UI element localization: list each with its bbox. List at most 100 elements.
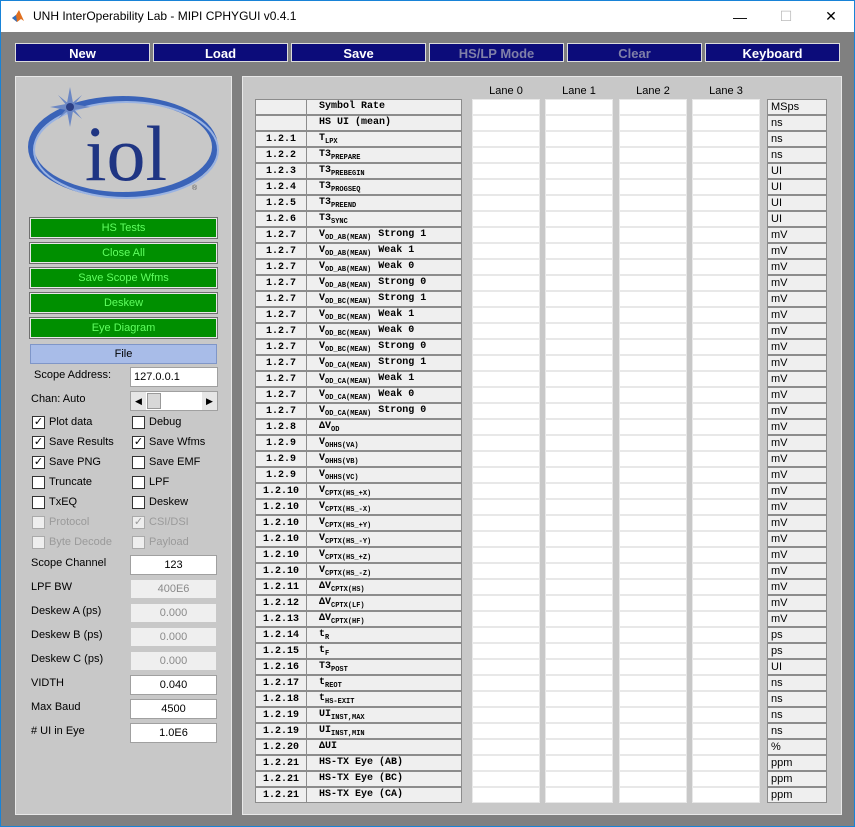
deskew-button[interactable]: Deskew	[29, 292, 218, 314]
lane-2-value-cell[interactable]	[619, 339, 687, 355]
lane-1-value-cell[interactable]	[545, 643, 613, 659]
lane-0-value-cell[interactable]	[472, 547, 540, 563]
lane-1-value-cell[interactable]	[545, 147, 613, 163]
lane-1-value-cell[interactable]	[545, 563, 613, 579]
lane-3-value-cell[interactable]	[692, 147, 760, 163]
lane-0-value-cell[interactable]	[472, 147, 540, 163]
vidth-input[interactable]: 0.040	[130, 675, 217, 695]
lane-1-value-cell[interactable]	[545, 163, 613, 179]
lane-1-value-cell[interactable]	[545, 787, 613, 803]
lane-0-value-cell[interactable]	[472, 707, 540, 723]
hs-lp-mode-button[interactable]: HS/LP Mode	[429, 43, 564, 62]
scope-channel-input[interactable]: 123	[130, 555, 217, 575]
lane-3-value-cell[interactable]	[692, 675, 760, 691]
lane-3-value-cell[interactable]	[692, 419, 760, 435]
channel-slider[interactable]: ◀ ▶	[130, 391, 218, 411]
lane-2-value-cell[interactable]	[619, 547, 687, 563]
checkbox-save-emf[interactable]	[132, 456, 145, 469]
minimize-button[interactable]: —	[717, 1, 763, 32]
lane-2-value-cell[interactable]	[619, 755, 687, 771]
lane-2-value-cell[interactable]	[619, 355, 687, 371]
lane-1-value-cell[interactable]	[545, 451, 613, 467]
lane-0-value-cell[interactable]	[472, 227, 540, 243]
lane-2-value-cell[interactable]	[619, 675, 687, 691]
lane-0-value-cell[interactable]	[472, 467, 540, 483]
lane-0-value-cell[interactable]	[472, 115, 540, 131]
lane-1-value-cell[interactable]	[545, 627, 613, 643]
lane-0-value-cell[interactable]	[472, 419, 540, 435]
checkbox-plot-data[interactable]: ✓	[32, 416, 45, 429]
lane-0-value-cell[interactable]	[472, 755, 540, 771]
lane-3-value-cell[interactable]	[692, 563, 760, 579]
lane-2-value-cell[interactable]	[619, 451, 687, 467]
lane-3-value-cell[interactable]	[692, 323, 760, 339]
lane-0-value-cell[interactable]	[472, 275, 540, 291]
lane-0-value-cell[interactable]	[472, 371, 540, 387]
lane-2-value-cell[interactable]	[619, 387, 687, 403]
lane-2-value-cell[interactable]	[619, 179, 687, 195]
lane-0-value-cell[interactable]	[472, 499, 540, 515]
lane-2-value-cell[interactable]	[619, 291, 687, 307]
lane-0-value-cell[interactable]	[472, 563, 540, 579]
checkbox-lpf[interactable]	[132, 476, 145, 489]
lane-1-value-cell[interactable]	[545, 435, 613, 451]
lane-3-value-cell[interactable]	[692, 371, 760, 387]
lane-0-value-cell[interactable]	[472, 195, 540, 211]
lane-3-value-cell[interactable]	[692, 739, 760, 755]
slider-thumb[interactable]	[147, 393, 161, 409]
lane-0-value-cell[interactable]	[472, 691, 540, 707]
checkbox-truncate[interactable]	[32, 476, 45, 489]
lane-3-value-cell[interactable]	[692, 259, 760, 275]
lane-0-value-cell[interactable]	[472, 211, 540, 227]
lane-0-value-cell[interactable]	[472, 531, 540, 547]
lane-0-value-cell[interactable]	[472, 163, 540, 179]
lane-0-value-cell[interactable]	[472, 339, 540, 355]
lane-1-value-cell[interactable]	[545, 723, 613, 739]
lane-1-value-cell[interactable]	[545, 739, 613, 755]
lane-2-value-cell[interactable]	[619, 611, 687, 627]
lane-3-value-cell[interactable]	[692, 227, 760, 243]
lane-3-value-cell[interactable]	[692, 195, 760, 211]
lane-2-value-cell[interactable]	[619, 227, 687, 243]
checkbox-txeq[interactable]	[32, 496, 45, 509]
lane-1-value-cell[interactable]	[545, 99, 613, 115]
lane-1-value-cell[interactable]	[545, 531, 613, 547]
lane-3-value-cell[interactable]	[692, 723, 760, 739]
lane-0-value-cell[interactable]	[472, 627, 540, 643]
lane-2-value-cell[interactable]	[619, 435, 687, 451]
lane-3-value-cell[interactable]	[692, 467, 760, 483]
lane-3-value-cell[interactable]	[692, 595, 760, 611]
checkbox-save-results[interactable]: ✓	[32, 436, 45, 449]
checkbox-debug[interactable]	[132, 416, 145, 429]
lane-0-value-cell[interactable]	[472, 739, 540, 755]
max-baud-input[interactable]: 4500	[130, 699, 217, 719]
lane-1-value-cell[interactable]	[545, 259, 613, 275]
lane-1-value-cell[interactable]	[545, 339, 613, 355]
close-button[interactable]: ✕	[808, 1, 854, 32]
-ui-in-eye-input[interactable]: 1.0E6	[130, 723, 217, 743]
lane-3-value-cell[interactable]	[692, 659, 760, 675]
lane-1-value-cell[interactable]	[545, 307, 613, 323]
lane-3-value-cell[interactable]	[692, 755, 760, 771]
lane-3-value-cell[interactable]	[692, 579, 760, 595]
lane-1-value-cell[interactable]	[545, 675, 613, 691]
lane-2-value-cell[interactable]	[619, 659, 687, 675]
checkbox-save-wfms[interactable]: ✓	[132, 436, 145, 449]
lane-2-value-cell[interactable]	[619, 419, 687, 435]
lane-1-value-cell[interactable]	[545, 131, 613, 147]
lane-3-value-cell[interactable]	[692, 483, 760, 499]
lane-1-value-cell[interactable]	[545, 483, 613, 499]
lane-0-value-cell[interactable]	[472, 579, 540, 595]
lane-2-value-cell[interactable]	[619, 707, 687, 723]
lane-3-value-cell[interactable]	[692, 707, 760, 723]
lane-2-value-cell[interactable]	[619, 515, 687, 531]
lane-2-value-cell[interactable]	[619, 99, 687, 115]
lane-0-value-cell[interactable]	[472, 403, 540, 419]
lane-1-value-cell[interactable]	[545, 115, 613, 131]
lane-2-value-cell[interactable]	[619, 243, 687, 259]
lane-1-value-cell[interactable]	[545, 611, 613, 627]
lane-3-value-cell[interactable]	[692, 131, 760, 147]
slider-left-arrow-icon[interactable]: ◀	[131, 392, 146, 410]
lane-2-value-cell[interactable]	[619, 195, 687, 211]
maximize-button[interactable]: ☐	[763, 1, 809, 32]
